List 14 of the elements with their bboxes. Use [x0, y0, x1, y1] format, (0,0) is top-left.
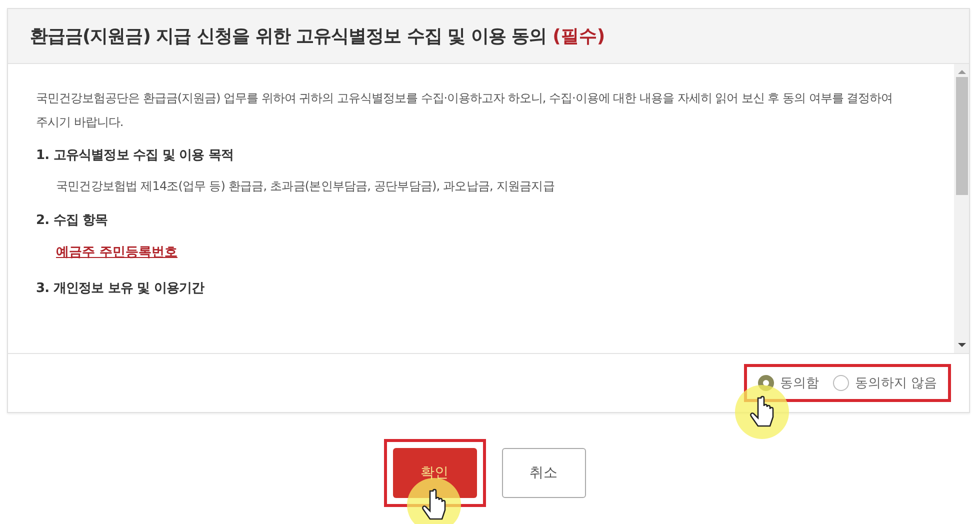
- collected-item-link[interactable]: 예금주 주민등록번호: [56, 243, 178, 261]
- required-mark: (필수): [552, 25, 606, 48]
- section-text: 국민건강보험법 제14조(업무 등) 환급금, 초과금(본인부담금, 공단부담금), 과오납금, 지원금지급: [56, 178, 556, 195]
- scrollbar-thumb[interactable]: [956, 77, 968, 195]
- dialog-title: 환급금(지원금) 지급 신청을 위한 고유식별정보 수집 및 이용 동의: [30, 25, 547, 48]
- intro-text: 국민건강보험공단은 환급금(지원금) 업무를 위하여 귀하의 고유식별정보를 수집·이용하고자 하오니, 수집·이용에 대한 내용을 자세히 읽어 보신 후 동의 여부를 결정하여 주시기 바랍니다.: [36, 90, 894, 131]
- section-heading: 2. 수집 항목: [36, 212, 109, 229]
- section-heading: 1. 고유식별정보 수집 및 이용 목적: [36, 147, 235, 164]
- scroll-down-icon[interactable]: [958, 342, 966, 348]
- section-heading: 3. 개인정보 보유 및 이용기간: [36, 280, 206, 297]
- consent-radio[interactable]: 동의하지 않음: [832, 374, 937, 392]
- scroll-up-icon[interactable]: [958, 69, 966, 75]
- scrollbar[interactable]: [954, 64, 969, 353]
- cancel-button[interactable]: 취소: [502, 448, 586, 498]
